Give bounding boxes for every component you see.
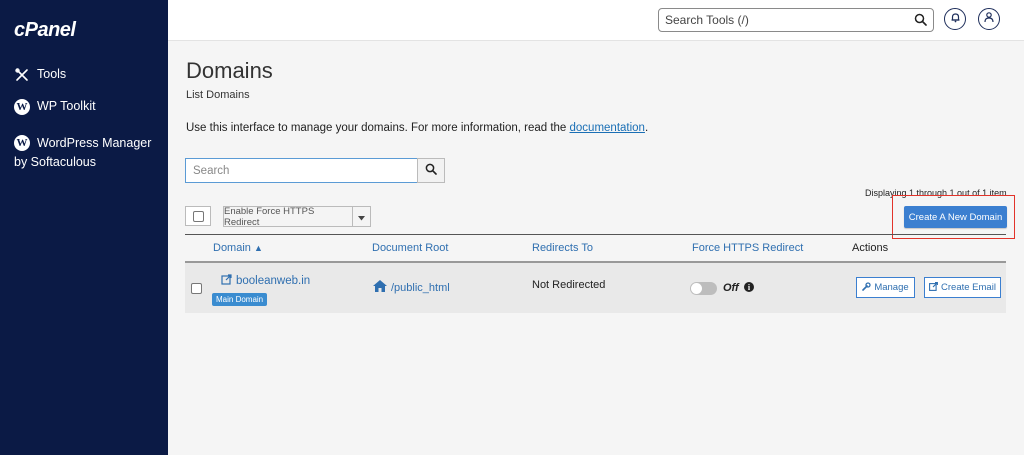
page-subtitle: List Domains <box>186 89 250 101</box>
intro-text-body: Use this interface to manage your domain… <box>186 122 570 134</box>
cpanel-logo[interactable]: cPanel <box>14 19 76 42</box>
documentation-link[interactable]: documentation <box>570 122 645 134</box>
column-header-redirects-to[interactable]: Redirects To <box>532 242 593 254</box>
manage-label: Manage <box>874 282 909 293</box>
sidebar-item-wp-toolkit[interactable]: W WP Toolkit <box>14 99 96 115</box>
sidebar-item-label-secondary[interactable]: by Softaculous <box>14 155 96 169</box>
wordpress-icon: W <box>14 135 30 151</box>
wordpress-icon: W <box>14 99 30 115</box>
sidebar-item-label: Tools <box>37 67 67 81</box>
create-email-button[interactable]: Create Email <box>924 277 1001 298</box>
table-row: booleanweb.in Main Domain /public_html N… <box>185 263 1006 313</box>
caret-down-icon <box>358 208 365 226</box>
search-tools-input[interactable] <box>659 9 899 31</box>
info-icon[interactable]: i <box>744 282 754 292</box>
sidebar-item-label: WP Toolkit <box>37 99 96 113</box>
domain-search-input[interactable] <box>186 159 417 182</box>
redirects-to-value: Not Redirected <box>532 279 606 291</box>
force-https-status: Off <box>723 282 739 294</box>
select-all-checkbox[interactable] <box>192 210 204 222</box>
column-header-document-root[interactable]: Document Root <box>372 242 448 254</box>
sidebar-item-wordpress-manager[interactable]: W WordPress Manager <box>14 132 151 154</box>
sidebar-item-tools[interactable]: Tools <box>14 67 66 83</box>
external-link-icon <box>929 281 938 294</box>
intro-text-end: . <box>644 122 649 134</box>
domain-name: booleanweb.in <box>236 275 311 287</box>
document-root-path: /public_html <box>391 281 450 294</box>
manage-button[interactable]: Manage <box>856 277 915 298</box>
notifications-button[interactable] <box>944 8 966 30</box>
column-header-domain[interactable]: Domain ▲ <box>213 242 263 254</box>
sort-ascending-icon: ▲ <box>253 243 263 253</box>
tools-icon <box>14 67 30 83</box>
column-header-actions: Actions <box>852 242 889 254</box>
home-icon <box>373 280 387 295</box>
main-domain-badge: Main Domain <box>212 293 268 306</box>
domain-search-box <box>185 158 418 183</box>
intro-text: Use this interface to manage your domain… <box>186 122 648 134</box>
column-header-label: Domain <box>213 242 251 254</box>
user-menu-button[interactable] <box>978 8 1000 30</box>
bulk-actions-dropdown[interactable] <box>352 206 371 227</box>
user-icon <box>983 10 995 28</box>
search-icon <box>425 162 437 180</box>
external-link-icon <box>221 274 232 288</box>
force-https-toggle[interactable] <box>690 282 717 295</box>
document-root-link[interactable]: /public_html <box>373 280 450 295</box>
toggle-knob <box>691 283 702 294</box>
bell-icon <box>950 10 961 28</box>
table-top-divider <box>185 234 1006 235</box>
search-button[interactable] <box>417 158 445 183</box>
create-new-domain-button[interactable]: Create A New Domain <box>904 206 1007 228</box>
search-tools-box <box>658 8 934 32</box>
wrench-icon <box>862 281 871 294</box>
page-title: Domains <box>186 58 273 83</box>
row-checkbox[interactable] <box>191 283 202 294</box>
domain-link[interactable]: booleanweb.in <box>221 274 310 288</box>
sidebar: cPanel Tools W WP Toolkit W WordPress Ma… <box>0 0 168 455</box>
enable-force-https-button[interactable]: Enable Force HTTPS Redirect <box>223 206 353 228</box>
sidebar-item-label: WordPress Manager <box>37 136 152 150</box>
select-all-wrapper <box>185 206 211 226</box>
column-header-force-https[interactable]: Force HTTPS Redirect <box>692 242 803 254</box>
top-bar <box>168 0 1024 41</box>
search-icon[interactable] <box>914 13 927 31</box>
create-email-label: Create Email <box>941 282 996 293</box>
